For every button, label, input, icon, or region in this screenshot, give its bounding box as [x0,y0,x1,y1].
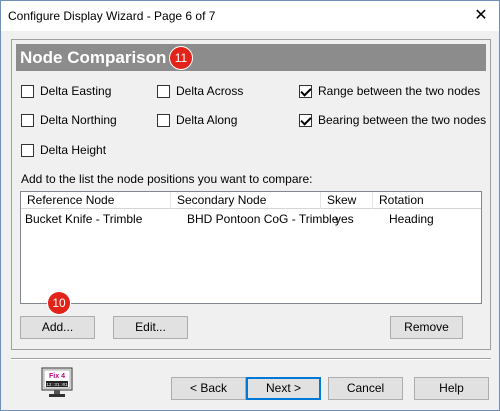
cancel-button[interactable]: Cancel [328,377,403,400]
delta-across-checkbox[interactable]: Delta Across [157,84,243,98]
cell-skew: yes [335,212,354,226]
column-reference-node[interactable]: Reference Node [21,192,171,209]
delta-northing-checkbox[interactable]: Delta Northing [21,113,117,127]
next-button[interactable]: Next > [246,377,321,400]
delta-along-checkbox[interactable]: Delta Along [157,113,237,127]
delta-height-checkbox[interactable]: Delta Height [21,143,106,157]
step-badge-11: 11 [170,47,192,69]
checkbox-label: Delta Height [40,143,107,157]
cell-reference-node: Bucket Knife - Trimble [25,212,143,226]
checkbox-label: Delta Along [176,113,238,127]
cell-secondary-node: BHD Pontoon CoG - Trimble [187,212,339,226]
checkbox-label: Bearing between the two nodes [318,113,487,127]
help-button[interactable]: Help [414,377,489,400]
range-between-nodes-checkbox[interactable]: Range between the two nodes [299,84,480,98]
list-instruction: Add to the list the node positions you w… [21,172,313,186]
list-header: Reference Node Secondary Node Skew Rotat… [21,192,481,209]
column-rotation[interactable]: Rotation [373,192,481,209]
checkbox-box [21,84,34,98]
checkbox-box [21,143,34,157]
add-button[interactable]: Add... [20,316,95,339]
checkbox-box [21,113,34,127]
fix-monitor-icon: Fix 4 12:31:01 [41,367,73,397]
edit-button[interactable]: Edit... [113,316,188,339]
footer-separator [11,358,491,360]
checkbox-box [157,113,170,127]
node-comparison-panel: Node Comparison 11 Delta Easting Delta A… [11,39,491,350]
checkbox-label: Range between the two nodes [318,84,481,98]
close-icon[interactable]: ✕ [471,6,491,26]
delta-easting-checkbox[interactable]: Delta Easting [21,84,111,98]
checkbox-label: Delta Easting [40,84,112,98]
checkbox-box-checked [299,84,312,98]
section-header: Node Comparison [16,44,486,71]
checkbox-label: Delta Northing [40,113,117,127]
column-skew[interactable]: Skew [321,192,373,209]
step-badge-10: 10 [48,292,70,314]
section-title: Node Comparison [20,48,167,67]
fix-icon-label: Fix 4 [49,373,65,380]
remove-button[interactable]: Remove [390,316,463,339]
column-secondary-node[interactable]: Secondary Node [171,192,321,209]
checkbox-box [157,84,170,98]
table-row[interactable]: Bucket Knife - Trimble BHD Pontoon CoG -… [21,211,481,227]
checkbox-box-checked [299,113,312,127]
cell-rotation: Heading [389,212,434,226]
window-title: Configure Display Wizard - Page 6 of 7 [8,9,216,23]
checkbox-label: Delta Across [176,84,244,98]
title-bar: Configure Display Wizard - Page 6 of 7 ✕ [1,1,499,31]
node-pairs-list[interactable]: Reference Node Secondary Node Skew Rotat… [20,191,482,304]
wizard-window: Configure Display Wizard - Page 6 of 7 ✕… [0,0,500,411]
back-button[interactable]: < Back [171,377,246,400]
bearing-between-nodes-checkbox[interactable]: Bearing between the two nodes [299,113,486,127]
fix-icon-time: 12:31:01 [46,382,68,388]
